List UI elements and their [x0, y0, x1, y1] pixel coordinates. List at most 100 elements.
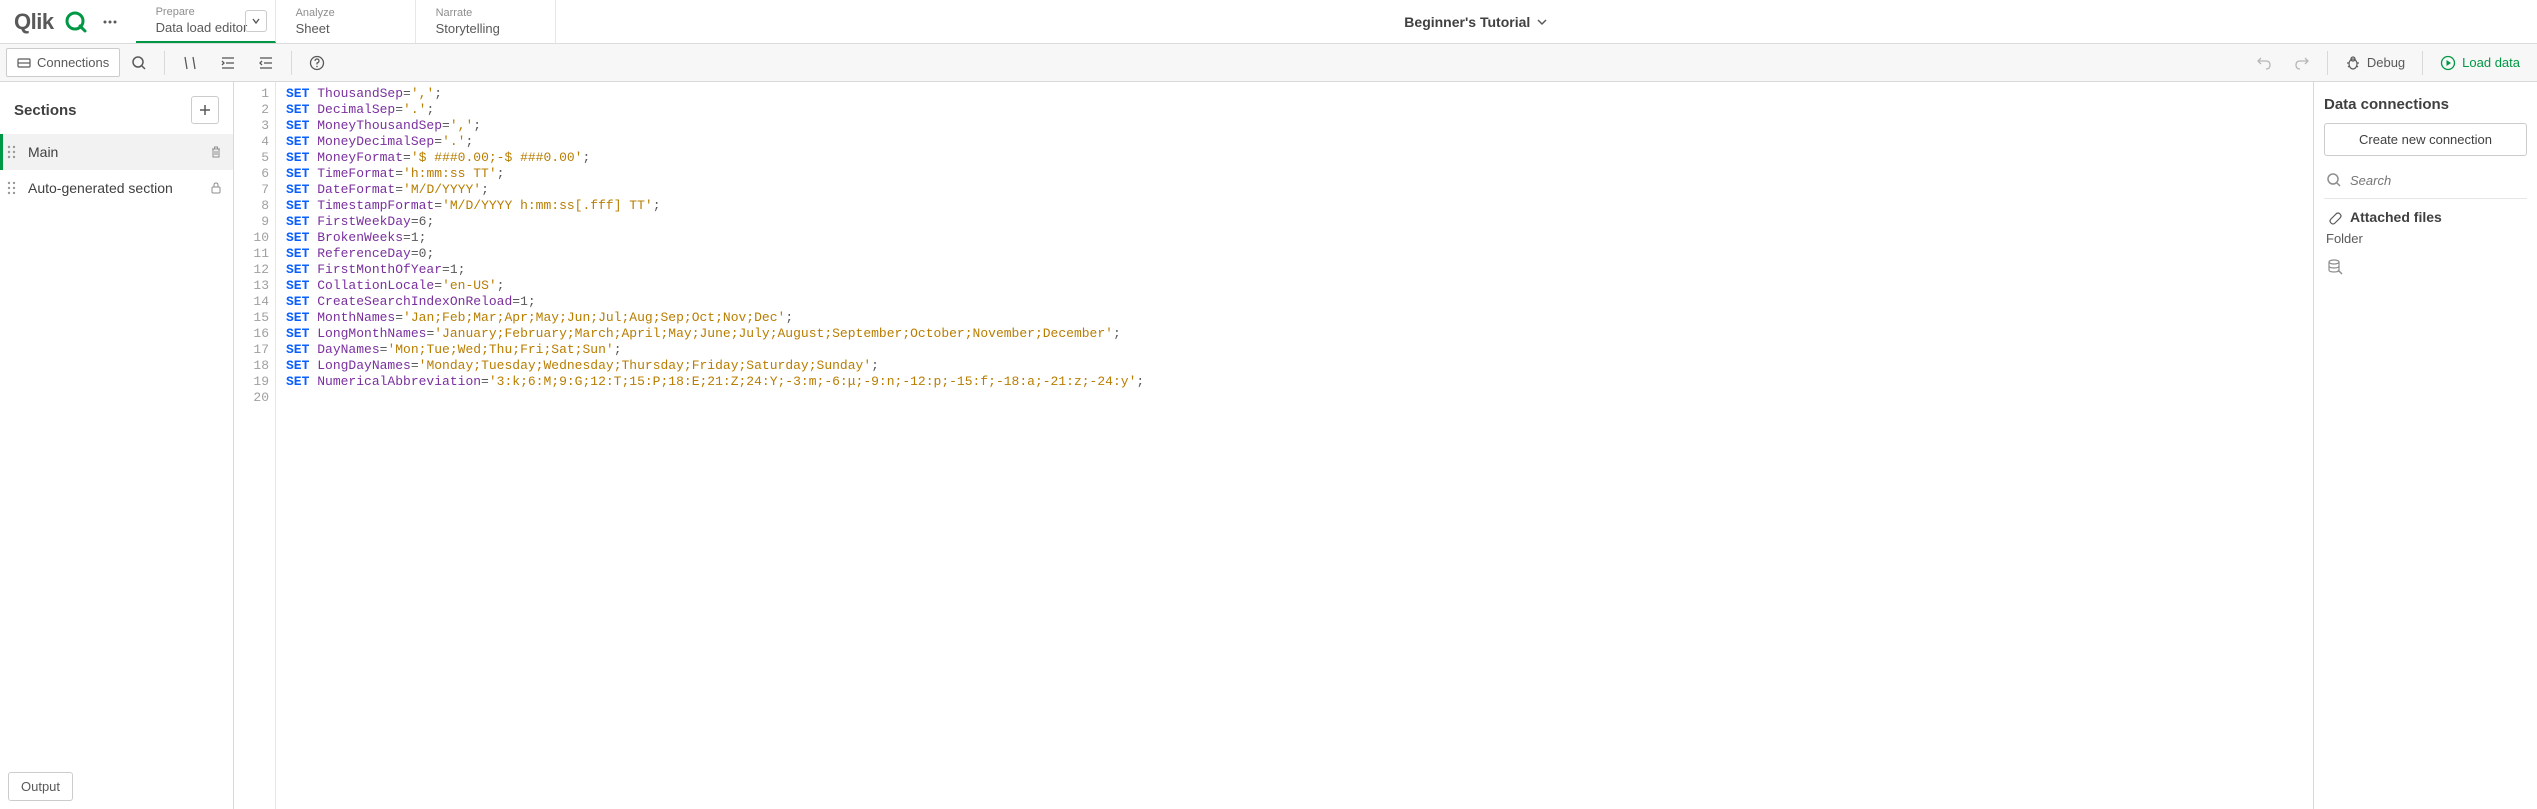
toolbar-separator	[2422, 51, 2423, 75]
line-number: 4	[234, 134, 269, 150]
section-label: Main	[28, 144, 199, 160]
help-button[interactable]	[298, 48, 336, 78]
load-data-label: Load data	[2462, 55, 2520, 70]
undo-button[interactable]	[2245, 48, 2283, 78]
code-line[interactable]: SET LongMonthNames='January;February;Mar…	[286, 326, 1144, 342]
nav-tab-top-label: Prepare	[156, 6, 255, 18]
delete-icon[interactable]	[209, 145, 223, 159]
code-line[interactable]: SET TimeFormat='h:mm:ss TT';	[286, 166, 1144, 182]
code-line[interactable]: SET FirstMonthOfYear=1;	[286, 262, 1144, 278]
lock-icon[interactable]	[209, 181, 223, 195]
nav-tab-storytelling[interactable]: NarrateStorytelling	[416, 0, 556, 43]
line-number: 12	[234, 262, 269, 278]
code-line[interactable]: SET CreateSearchIndexOnReload=1;	[286, 294, 1144, 310]
code-line[interactable]: SET TimestampFormat='M/D/YYYY h:mm:ss[.f…	[286, 198, 1144, 214]
search-icon	[2326, 172, 2342, 188]
line-number: 8	[234, 198, 269, 214]
folder-label: Folder	[2324, 229, 2527, 254]
code-editor[interactable]: 1234567891011121314151617181920 SET Thou…	[234, 82, 2313, 809]
code-line[interactable]: SET ReferenceDay=0;	[286, 246, 1144, 262]
data-connections-panel: Data connections Create new connection A…	[2313, 82, 2537, 809]
bug-icon	[2345, 55, 2361, 71]
code-line[interactable]: SET NumericalAbbreviation='3:k;6:M;9:G;1…	[286, 374, 1144, 390]
attachment-icon	[2326, 209, 2342, 225]
nav-tab-bottom-label: Sheet	[296, 21, 395, 36]
code-line[interactable]: SET DateFormat='M/D/YYYY';	[286, 182, 1144, 198]
code-line[interactable]: SET DecimalSep='.';	[286, 102, 1144, 118]
nav-tab-bottom-label: Storytelling	[436, 21, 535, 36]
app-name-dropdown[interactable]: Beginner's Tutorial	[556, 14, 2397, 30]
output-label: Output	[21, 779, 60, 794]
indent-button[interactable]	[209, 48, 247, 78]
connections-icon	[17, 56, 31, 70]
line-number: 18	[234, 358, 269, 374]
sections-panel: Sections Main Auto-generated section Outp…	[0, 82, 234, 809]
comment-button[interactable]	[171, 48, 209, 78]
section-label: Auto-generated section	[28, 180, 199, 196]
add-section-button[interactable]	[191, 96, 219, 124]
code-line[interactable]	[286, 390, 1144, 406]
line-number: 15	[234, 310, 269, 326]
code-line[interactable]: SET MoneyThousandSep=',';	[286, 118, 1144, 134]
connections-button[interactable]: Connections	[6, 48, 120, 77]
output-button[interactable]: Output	[8, 772, 73, 801]
indent-icon	[220, 55, 236, 71]
line-gutter: 1234567891011121314151617181920	[234, 82, 276, 809]
code-line[interactable]: SET FirstWeekDay=6;	[286, 214, 1144, 230]
nav-tab-sheet[interactable]: AnalyzeSheet	[276, 0, 416, 43]
nav-tab-bottom-label: Data load editor	[156, 20, 255, 35]
line-number: 11	[234, 246, 269, 262]
line-number: 13	[234, 278, 269, 294]
line-number: 17	[234, 342, 269, 358]
code-line[interactable]: SET CollationLocale='en-US';	[286, 278, 1144, 294]
code-line[interactable]: SET BrokenWeeks=1;	[286, 230, 1144, 246]
nav-tabs: Prepare Data load editor AnalyzeSheetNarra…	[136, 0, 556, 43]
attached-files-label: Attached files	[2350, 209, 2442, 225]
code-line[interactable]: SET MonthNames='Jan;Feb;Mar;Apr;May;Jun;…	[286, 310, 1144, 326]
sections-list: Main Auto-generated section	[0, 134, 233, 206]
toolbar-separator	[291, 51, 292, 75]
play-icon	[2440, 55, 2456, 71]
code-lines[interactable]: SET ThousandSep=',';SET DecimalSep='.';S…	[276, 82, 1144, 809]
section-item[interactable]: Main	[0, 134, 233, 170]
connection-search-input[interactable]	[2350, 173, 2528, 188]
search-button[interactable]	[120, 48, 158, 78]
logo-q-icon	[64, 10, 88, 34]
code-line[interactable]: SET LongDayNames='Monday;Tuesday;Wednesd…	[286, 358, 1144, 374]
load-data-button[interactable]: Load data	[2429, 48, 2531, 78]
more-icon[interactable]	[98, 10, 122, 34]
drag-handle-icon[interactable]	[6, 144, 18, 160]
create-connection-button[interactable]: Create new connection	[2324, 123, 2527, 156]
debug-button[interactable]: Debug	[2334, 48, 2416, 78]
line-number: 16	[234, 326, 269, 342]
line-number: 6	[234, 166, 269, 182]
search-icon	[131, 55, 147, 71]
code-line[interactable]: SET MoneyDecimalSep='.';	[286, 134, 1144, 150]
app-name-label: Beginner's Tutorial	[1404, 14, 1530, 30]
code-line[interactable]: SET MoneyFormat='$ ###0.00;-$ ###0.00';	[286, 150, 1144, 166]
drag-handle-icon[interactable]	[6, 180, 18, 196]
nav-tab-chevron[interactable]	[245, 10, 267, 32]
code-line[interactable]: SET ThousandSep=',';	[286, 86, 1144, 102]
redo-icon	[2294, 55, 2310, 71]
toolbar-separator	[164, 51, 165, 75]
line-number: 20	[234, 390, 269, 406]
redo-button[interactable]	[2283, 48, 2321, 78]
section-item[interactable]: Auto-generated section	[0, 170, 233, 206]
attached-files-row[interactable]: Attached files	[2324, 199, 2527, 229]
line-number: 14	[234, 294, 269, 310]
nav-tab-data-load-editor[interactable]: Prepare Data load editor	[136, 0, 276, 43]
comment-icon	[182, 55, 198, 71]
top-header: Qlik Prepare Data load editor AnalyzeSheet…	[0, 0, 2537, 44]
line-number: 7	[234, 182, 269, 198]
toolbar-separator	[2327, 51, 2328, 75]
outdent-button[interactable]	[247, 48, 285, 78]
select-data-icon[interactable]	[2324, 254, 2527, 280]
chevron-down-icon	[1536, 16, 1548, 28]
logo-text: Qlik	[14, 9, 54, 35]
undo-icon	[2256, 55, 2272, 71]
line-number: 2	[234, 102, 269, 118]
line-number: 10	[234, 230, 269, 246]
code-line[interactable]: SET DayNames='Mon;Tue;Wed;Thu;Fri;Sat;Su…	[286, 342, 1144, 358]
sections-header: Sections	[0, 82, 233, 134]
